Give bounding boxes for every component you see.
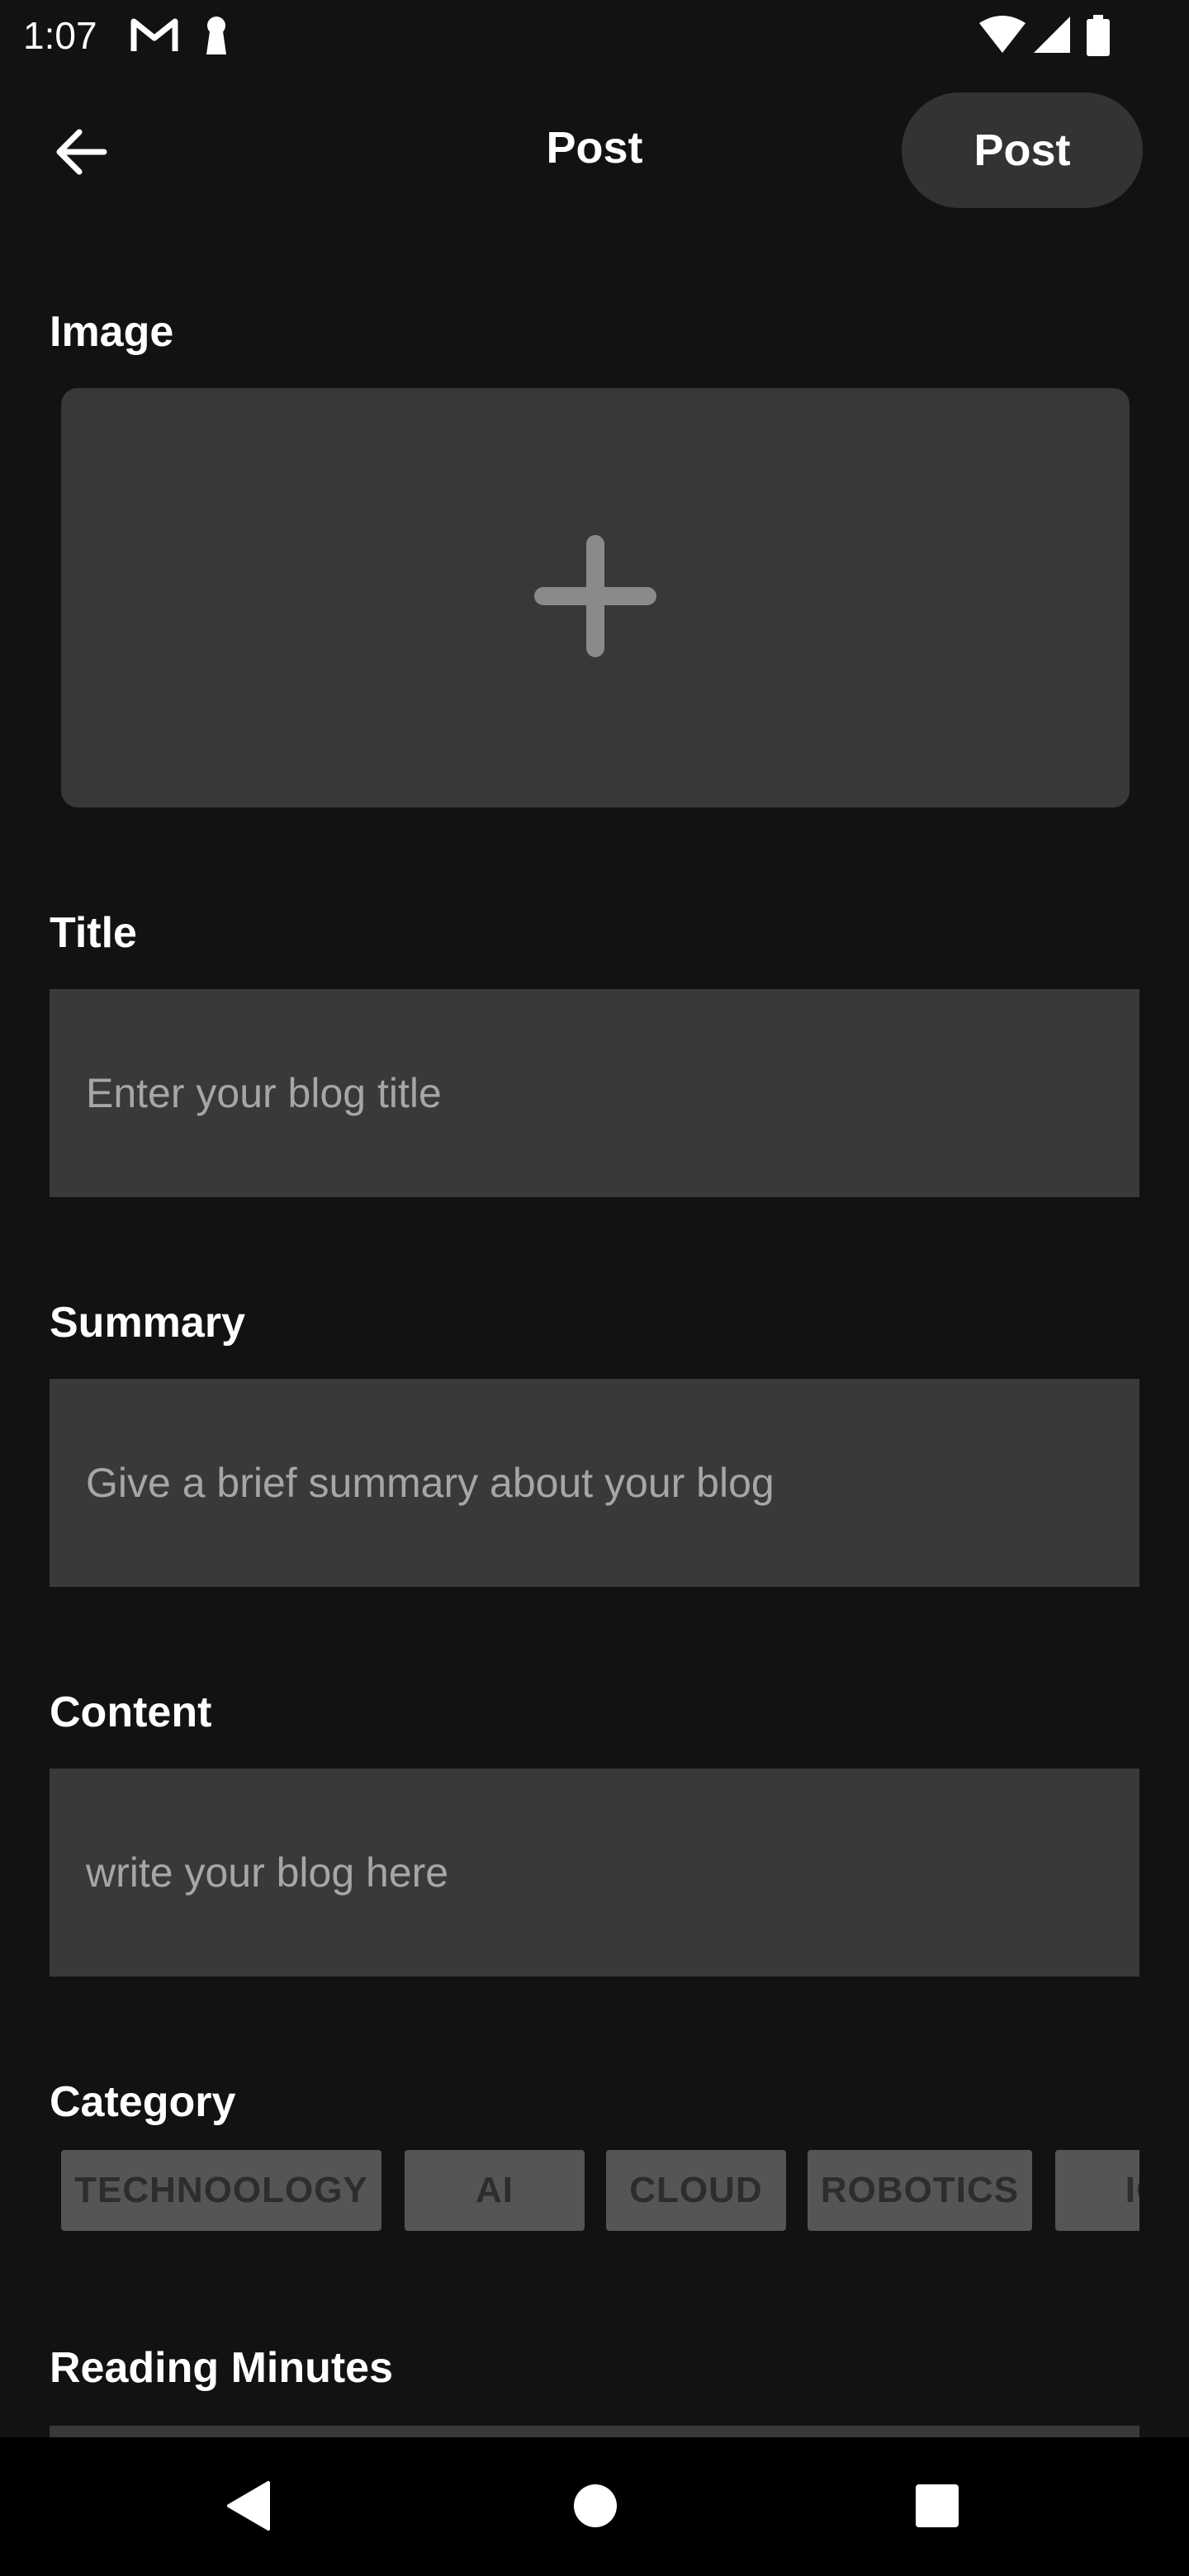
title-label: Title [50,909,137,957]
keyhole-icon [201,15,231,60]
category-chip-row[interactable]: TECHNOOLOGY AI CLOUD ROBOTICS IO [50,2150,1139,2233]
image-picker[interactable] [61,388,1130,807]
wifi-icon [979,15,1026,59]
circle-home-icon [572,2483,618,2533]
post-button[interactable]: Post [902,92,1143,208]
square-recents-icon [914,2483,960,2533]
image-label: Image [50,308,174,356]
content-input[interactable] [50,1769,1139,1977]
create-post-screen: 1:07 Post Post Image Title Enter your bl… [0,0,1189,2576]
title-input[interactable] [50,989,1139,1197]
category-chip[interactable]: CLOUD [606,2150,786,2231]
system-nav-bar [0,2437,1189,2576]
category-chip[interactable]: IO [1055,2150,1139,2231]
gmail-icon [130,15,178,60]
content-label: Content [50,1688,212,1736]
back-button[interactable] [43,116,119,192]
status-bar: 1:07 [0,0,1189,76]
plus-icon [533,534,657,662]
battery-icon [1087,15,1110,60]
triangle-back-icon [224,2479,273,2536]
category-chip[interactable]: TECHNOOLOGY [61,2150,381,2231]
summary-input[interactable] [50,1379,1139,1587]
category-chip[interactable]: ROBOTICS [808,2150,1032,2231]
arrow-left-icon [54,129,107,179]
status-time: 1:07 [23,14,97,57]
nav-recents-button[interactable] [892,2462,983,2553]
reading-minutes-label: Reading Minutes [50,2344,394,2392]
category-chip[interactable]: AI [405,2150,585,2231]
cellular-signal-icon [1032,15,1070,59]
category-label: Category [50,2078,236,2126]
nav-home-button[interactable] [550,2462,641,2553]
nav-back-button[interactable] [203,2462,294,2553]
summary-label: Summary [50,1299,245,1347]
app-bar: Post Post [0,83,1189,218]
